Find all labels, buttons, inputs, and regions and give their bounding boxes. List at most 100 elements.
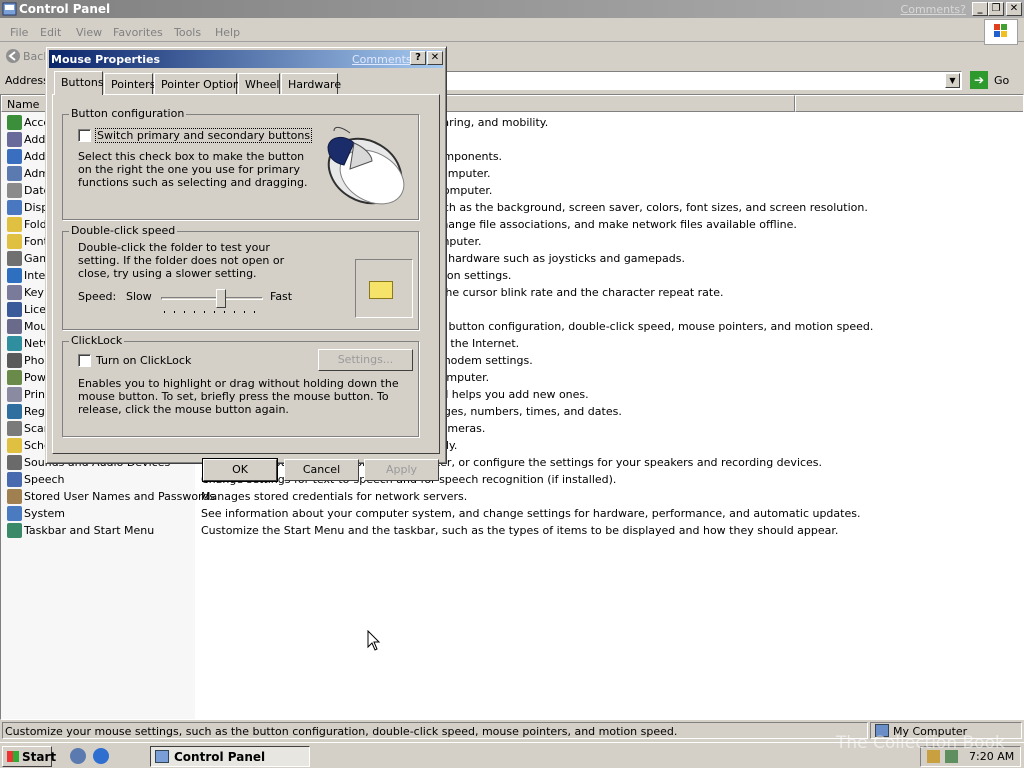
watermark: The Collection Book (836, 733, 1005, 753)
item-icon (7, 387, 22, 402)
item-icon (7, 455, 22, 470)
fast-label: Fast (270, 290, 293, 303)
tab-wheel[interactable]: Wheel (238, 73, 280, 94)
item-icon (7, 166, 22, 181)
item-icon (7, 200, 22, 215)
item-icon (7, 319, 22, 334)
window-title: Control Panel (19, 2, 111, 16)
menu-file[interactable]: File (10, 26, 28, 39)
speed-label: Speed: (78, 290, 117, 303)
list-item[interactable]: System See information about your compute… (1, 505, 1021, 522)
item-icon (7, 353, 22, 368)
help-button[interactable]: ? (410, 51, 426, 65)
comments-link[interactable]: Comments? (901, 3, 966, 16)
item-icon (7, 421, 22, 436)
start-label: Start (22, 750, 57, 764)
column-header-filler (795, 95, 1023, 112)
item-icon (7, 217, 22, 232)
address-label: Address (5, 74, 49, 87)
minimize-button[interactable]: _ (972, 2, 988, 16)
quicklaunch-desktop-icon[interactable] (70, 748, 86, 764)
switch-buttons-checkbox[interactable] (78, 129, 91, 142)
item-name: Taskbar and Start Menu (24, 524, 155, 537)
double-click-description: Double-click the folder to test your set… (78, 241, 285, 280)
item-icon (7, 523, 22, 538)
clicklock-settings-button[interactable]: Settings... (318, 349, 413, 371)
switch-buttons-label[interactable]: Switch primary and secondary buttons (95, 128, 313, 143)
back-arrow-icon[interactable] (5, 48, 21, 64)
list-item[interactable]: SpeechChange settings for text-to-speech… (1, 471, 1021, 488)
tab-pointers[interactable]: Pointers (104, 73, 155, 94)
button-config-description: Select this check box to make the button… (78, 150, 308, 189)
speed-slider-ticks (164, 311, 255, 313)
menu-view[interactable]: View (76, 26, 102, 39)
item-icon (7, 404, 22, 419)
quicklaunch-ie-icon[interactable] (93, 748, 109, 764)
dialog-titlebar[interactable]: Mouse Properties Comments? ? ✕ (49, 50, 443, 68)
taskbar-task-label: Control Panel (174, 750, 266, 764)
speed-slider-track[interactable] (161, 297, 263, 300)
item-icon (7, 268, 22, 283)
ok-button[interactable]: OK (202, 458, 278, 482)
item-icon (7, 115, 22, 130)
clicklock-group-label: ClickLock (69, 334, 125, 347)
item-icon (7, 251, 22, 266)
cancel-button[interactable]: Cancel (284, 459, 359, 481)
clicklock-description: Enables you to highlight or drag without… (78, 377, 399, 416)
item-icon (7, 302, 22, 317)
item-comment: Customize the Start Menu and the taskbar… (201, 524, 839, 537)
item-icon (7, 132, 22, 147)
tab-buttons[interactable]: Buttons (54, 71, 104, 95)
item-name: Speech (24, 473, 65, 486)
item-icon (7, 183, 22, 198)
item-comment: Manages stored credentials for network s… (201, 490, 468, 503)
clicklock-checkbox[interactable] (78, 354, 91, 367)
close-button[interactable]: ✕ (1006, 2, 1022, 16)
list-item[interactable]: Taskbar and Start Menu Customize the Star… (1, 522, 1021, 539)
control-panel-icon (155, 750, 169, 763)
menu-edit[interactable]: Edit (40, 26, 61, 39)
item-icon (7, 506, 22, 521)
mouse-illustration (327, 126, 405, 205)
tab-hardware[interactable]: Hardware (281, 73, 341, 94)
apply-button[interactable]: Apply (364, 459, 439, 481)
restore-button[interactable]: ❐ (988, 2, 1004, 16)
menu-favorites[interactable]: Favorites (113, 26, 163, 39)
status-text: Customize your mouse settings, such as t… (2, 722, 868, 739)
list-item[interactable]: Stored User Names and Passwords Manages s… (1, 488, 1021, 505)
item-icon (7, 489, 22, 504)
item-icon (7, 234, 22, 249)
item-icon (7, 285, 22, 300)
slow-label: Slow (126, 290, 152, 303)
go-label: Go (994, 74, 1010, 87)
button-configuration-label: Button configuration (69, 107, 187, 120)
folder-icon[interactable] (369, 281, 393, 299)
menu-bar: File Edit View Favorites Tools Help (0, 22, 1024, 42)
clicklock-label[interactable]: Turn on ClickLock (96, 354, 191, 367)
mouse-properties-dialog: Mouse Properties Comments? ? ✕ Buttons P… (45, 46, 447, 482)
go-button[interactable]: ➔ Go (968, 71, 1020, 90)
menu-tools[interactable]: Tools (174, 26, 201, 39)
item-icon (7, 370, 22, 385)
menu-help[interactable]: Help (215, 26, 240, 39)
item-icon (7, 149, 22, 164)
windows-logo (984, 19, 1018, 45)
tab-pointer-options[interactable]: Pointer Options (154, 73, 246, 94)
go-arrow-icon: ➔ (970, 71, 988, 89)
control-panel-icon (2, 2, 17, 16)
windows-start-icon (7, 751, 19, 762)
address-input[interactable]: ▼ (440, 71, 962, 90)
speed-slider-thumb[interactable] (216, 289, 227, 308)
item-icon (7, 438, 22, 453)
window-titlebar[interactable]: Control Panel Comments? _ ❐ ✕ (0, 0, 1024, 18)
item-icon (7, 336, 22, 351)
taskbar-control-panel-button[interactable]: Control Panel (150, 746, 310, 767)
test-folder-area[interactable] (355, 259, 413, 318)
dialog-comments-link[interactable]: Comments? (352, 53, 417, 66)
address-dropdown-button[interactable]: ▼ (945, 73, 960, 88)
double-click-speed-label: Double-click speed (69, 224, 178, 237)
item-name: Stored User Names and Passwords (24, 490, 216, 503)
windows-flag-icon (994, 24, 1007, 37)
start-button[interactable]: Start (2, 746, 56, 767)
dialog-close-button[interactable]: ✕ (427, 51, 443, 65)
